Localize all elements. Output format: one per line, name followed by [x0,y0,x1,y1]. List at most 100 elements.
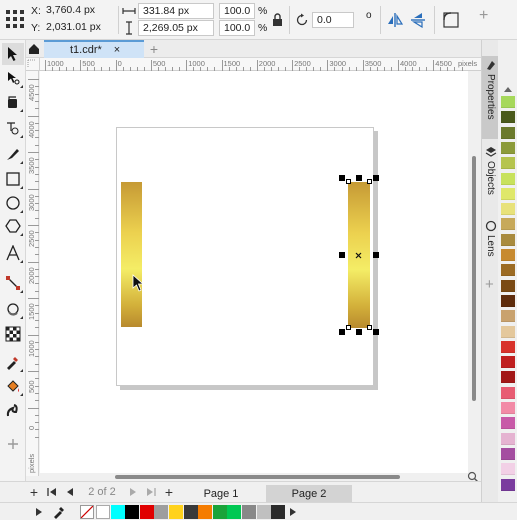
add-page-after-button[interactable]: + [163,484,175,500]
selection-handle-top-right[interactable] [373,175,379,181]
close-tab-button[interactable]: × [114,44,120,56]
selection-handle-middle-right[interactable] [373,252,379,258]
palette-swatch[interactable] [501,386,515,399]
palette-swatch[interactable] [501,463,515,476]
scale-x-field[interactable]: 100.0 [219,3,255,19]
reference-point-icon[interactable] [4,8,26,30]
palette-swatch[interactable] [501,310,515,323]
ruler-origin[interactable] [26,58,40,71]
previous-page-button[interactable] [63,485,77,499]
bottom-palette-swatch[interactable] [169,505,183,519]
palette-swatch[interactable] [501,402,515,414]
rectangle-tool[interactable] [2,168,24,190]
height-field[interactable]: 2,269.05 px [138,20,214,36]
palette-swatch[interactable] [501,264,515,277]
new-tab-button[interactable]: + [146,40,162,58]
shadow-tool[interactable] [2,298,24,320]
selection-handle-top-middle[interactable] [356,175,362,181]
selection-handle-bottom-left-inner[interactable] [346,325,351,330]
transparency-tool[interactable] [2,323,24,345]
document-tab[interactable]: t1.cdr* × [44,40,144,58]
palette-swatch[interactable] [501,447,515,460]
palette-swatch[interactable] [501,187,515,200]
drawing-page[interactable] [116,127,374,386]
gold-gradient-rectangle-left[interactable] [121,182,142,327]
eyedropper-icon[interactable] [52,505,66,519]
palette-swatch[interactable] [501,203,515,216]
palette-swatch[interactable] [501,157,515,170]
bottom-palette-swatch[interactable] [212,505,227,519]
bottom-palette-swatch[interactable] [183,505,198,519]
bottom-palette-swatch[interactable] [242,505,256,519]
no-color-swatch[interactable] [80,505,94,519]
docker-tab-objects[interactable]: Objects [482,144,499,214]
vertical-ruler[interactable]: 4500 4000 3500 3000 2500 2000 1500 1000 500 0 pixe… [26,71,39,476]
connector-tool[interactable] [2,272,24,294]
selection-handle-bottom-right[interactable] [373,329,379,335]
zoom-tool[interactable] [2,117,24,139]
palette-swatch[interactable] [501,356,515,369]
ellipse-tool[interactable] [2,192,24,214]
palette-swatch[interactable] [501,371,515,384]
selection-handle-bottom-middle[interactable] [356,329,362,335]
palette-swatch[interactable] [501,432,515,445]
palette-swatch[interactable] [501,294,515,307]
docker-tab-properties[interactable]: Properties [482,56,499,139]
horizontal-scrollbar[interactable] [40,473,468,481]
page-tab-1[interactable]: Page 1 [182,485,260,502]
palette-swatch[interactable] [501,249,515,261]
selection-handle-middle-left[interactable] [339,252,345,258]
horizontal-ruler[interactable]: 1000 500 0 500 1000 1500 2000 2500 3000 3500 4000 4… [40,58,481,71]
interactive-fill-tool[interactable] [2,375,24,397]
palette-scroll-up[interactable] [502,84,514,94]
palette-swatch[interactable] [501,478,515,491]
vertical-scroll-thumb[interactable] [472,156,476,401]
selection-handle-bottom-right-inner[interactable] [367,325,372,330]
width-field[interactable]: 331.84 px [138,3,214,19]
scale-y-field[interactable]: 100.0 [219,20,255,36]
eyedropper-tool[interactable] [2,351,24,373]
horizontal-scroll-thumb[interactable] [115,475,400,479]
mirror-vertical-icon[interactable] [409,11,427,29]
palette-scroll-right-icon[interactable] [290,508,296,516]
bottom-palette-swatch[interactable] [125,505,140,519]
freehand-tool[interactable] [2,143,24,165]
mirror-horizontal-icon[interactable] [386,11,404,29]
palette-swatch[interactable] [501,172,515,185]
crop-tool[interactable] [2,91,24,113]
palette-swatch[interactable] [501,96,515,108]
selection-handle-top-right-inner[interactable] [367,179,372,184]
x-position-field[interactable]: 3,760.4 px [42,3,114,19]
palette-swatch[interactable] [501,126,515,139]
palette-swatch[interactable] [501,233,515,246]
palette-swatch[interactable] [501,218,515,231]
smart-fill-tool[interactable] [2,400,24,422]
palette-swatch[interactable] [501,279,515,292]
bottom-palette-swatch[interactable] [96,505,110,519]
drawing-canvas[interactable] [40,71,468,473]
add-toolbar-button[interactable]: + [479,8,488,24]
last-page-button[interactable] [144,485,158,499]
bottom-palette-swatch[interactable] [198,505,213,519]
page-tab-2[interactable]: Page 2 [266,485,352,502]
add-page-before-button[interactable]: + [28,484,40,500]
palette-swatch[interactable] [501,340,515,353]
palette-swatch[interactable] [501,111,515,124]
add-docker-button[interactable]: + [485,276,494,293]
selection-handle-top-left-inner[interactable] [346,179,351,184]
shape-tool[interactable] [2,67,24,89]
bottom-palette-swatch[interactable] [139,505,154,519]
first-page-button[interactable] [45,485,59,499]
y-position-field[interactable]: 2,031.01 px [42,20,114,36]
rotation-field[interactable]: 0.0 [312,12,354,28]
bottom-palette-swatch[interactable] [227,505,242,519]
add-tool-button[interactable] [2,433,24,455]
bottom-palette-swatch[interactable] [256,505,271,519]
text-tool[interactable] [2,242,24,264]
next-page-button[interactable] [126,485,140,499]
bottom-palette-swatch[interactable] [271,505,286,519]
palette-expand-icon[interactable] [36,508,42,516]
welcome-tab[interactable] [26,40,42,58]
pick-tool[interactable] [2,43,24,65]
polygon-tool[interactable] [2,215,24,237]
